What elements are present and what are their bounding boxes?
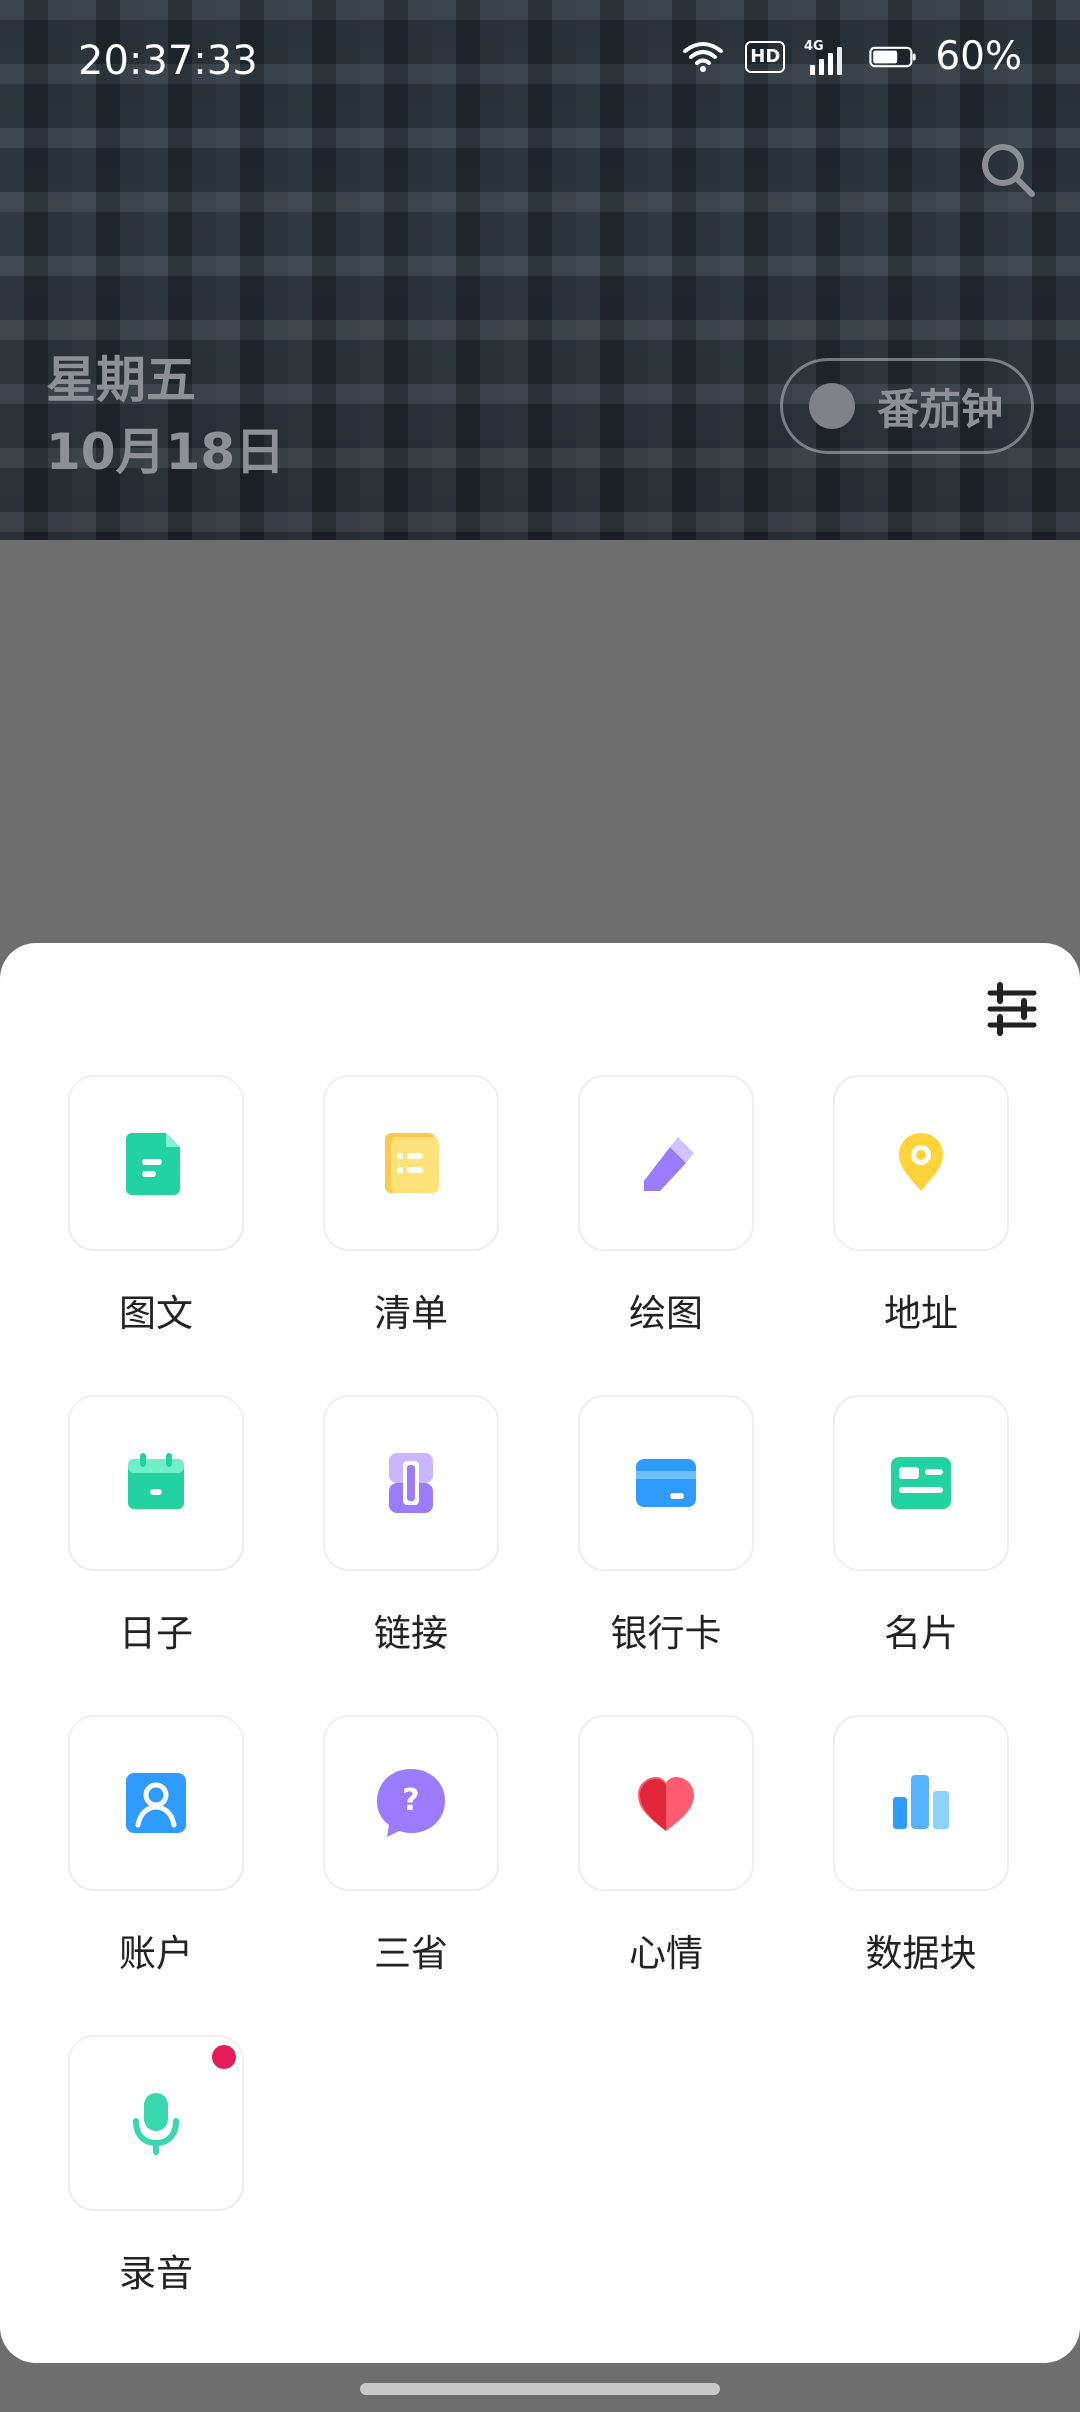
tile-label: 绘图 bbox=[629, 1292, 703, 1335]
bank-card-icon bbox=[636, 1459, 696, 1507]
checklist-icon bbox=[385, 1133, 439, 1193]
pomodoro-label: 番茄钟 bbox=[877, 384, 1004, 434]
tile-drawing[interactable]: 绘图 bbox=[578, 1075, 758, 1337]
tile-label: 地址 bbox=[884, 1292, 958, 1335]
bar-chart-icon bbox=[893, 1775, 949, 1829]
tile-link[interactable]: 链接 bbox=[323, 1395, 503, 1657]
question-bubble-icon: ? bbox=[377, 1769, 445, 1837]
tile-label: 心情 bbox=[629, 1932, 703, 1975]
tile-recording[interactable]: 录音 bbox=[68, 2035, 248, 2297]
tile-icon-box[interactable] bbox=[68, 1395, 244, 1571]
hd-icon: HD bbox=[745, 40, 786, 73]
tile-icon-box[interactable] bbox=[833, 1075, 1009, 1251]
tile-label: 账户 bbox=[119, 1932, 193, 1975]
sliders-icon bbox=[987, 982, 1037, 1036]
business-card-icon bbox=[891, 1457, 951, 1509]
tile-checklist[interactable]: 清单 bbox=[323, 1075, 503, 1337]
tile-label: 图文 bbox=[119, 1292, 193, 1335]
location-pin-icon bbox=[899, 1133, 943, 1191]
tile-icon-box[interactable] bbox=[68, 1075, 244, 1251]
tile-icon-box[interactable] bbox=[578, 1395, 754, 1571]
tile-icon-box[interactable] bbox=[323, 1075, 499, 1251]
tile-icon-box[interactable] bbox=[68, 1715, 244, 1891]
create-sheet: 图文 清单 绘图 地址 日子 链接 银行卡 名片 账户 ? 三省 心情 数据块 … bbox=[0, 943, 1080, 2363]
timer-dot-icon bbox=[809, 383, 855, 429]
svg-text:?: ? bbox=[402, 1783, 419, 1818]
tile-label: 清单 bbox=[374, 1292, 448, 1335]
battery-percentage: 60% bbox=[935, 34, 1022, 79]
pomodoro-button[interactable]: 番茄钟 bbox=[780, 358, 1034, 454]
tile-label: 数据块 bbox=[865, 1932, 977, 1975]
tile-icon-box[interactable] bbox=[833, 1715, 1009, 1891]
weekday-label: 星期五 bbox=[46, 351, 196, 409]
settings-filter-button[interactable] bbox=[984, 981, 1040, 1037]
tile-label: 名片 bbox=[884, 1612, 958, 1655]
tile-label: 日子 bbox=[119, 1612, 193, 1655]
document-icon bbox=[126, 1133, 180, 1195]
tile-days[interactable]: 日子 bbox=[68, 1395, 248, 1657]
date-display: 星期五 10月18日 bbox=[46, 344, 285, 488]
tile-icon-box[interactable]: ? bbox=[323, 1715, 499, 1891]
tile-label: 三省 bbox=[374, 1932, 448, 1975]
battery-icon bbox=[869, 37, 917, 77]
date-label: 10月18日 bbox=[46, 423, 286, 481]
tile-label: 录音 bbox=[119, 2252, 193, 2295]
microphone-icon bbox=[133, 2093, 179, 2155]
home-indicator[interactable] bbox=[360, 2383, 720, 2395]
search-icon bbox=[982, 144, 1035, 197]
tile-document[interactable]: 图文 bbox=[68, 1075, 248, 1337]
wifi-icon bbox=[679, 37, 727, 77]
new-badge-dot bbox=[212, 2045, 236, 2069]
tile-bank-card[interactable]: 银行卡 bbox=[578, 1395, 758, 1657]
tile-label: 链接 bbox=[374, 1612, 448, 1655]
tile-label: 银行卡 bbox=[610, 1612, 722, 1655]
tile-icon-box[interactable] bbox=[578, 1715, 754, 1891]
tile-account[interactable]: 账户 bbox=[68, 1715, 248, 1977]
tile-icon-box[interactable] bbox=[68, 2035, 244, 2211]
tile-business-card[interactable]: 名片 bbox=[833, 1395, 1013, 1657]
signal-4g-icon: 4G bbox=[803, 37, 851, 77]
tile-icon-box[interactable] bbox=[833, 1395, 1009, 1571]
account-icon bbox=[126, 1773, 186, 1833]
svg-text:4G: 4G bbox=[804, 39, 824, 54]
status-time: 20:37:33 bbox=[78, 38, 258, 84]
tile-mood[interactable]: 心情 bbox=[578, 1715, 758, 1977]
tile-icon-box[interactable] bbox=[323, 1395, 499, 1571]
link-icon bbox=[389, 1453, 433, 1513]
calendar-icon bbox=[128, 1453, 184, 1509]
tile-data-block[interactable]: 数据块 bbox=[833, 1715, 1013, 1977]
tile-icon-box[interactable] bbox=[578, 1075, 754, 1251]
search-button[interactable] bbox=[976, 138, 1042, 204]
pencil-icon bbox=[644, 1137, 694, 1191]
status-bar: 20:37:33 HD 4G 60% bbox=[0, 0, 1080, 120]
tile-address[interactable]: 地址 bbox=[833, 1075, 1013, 1337]
status-icons: HD 4G 60% bbox=[679, 34, 1022, 79]
tile-reflection[interactable]: ? 三省 bbox=[323, 1715, 503, 1977]
heart-icon bbox=[638, 1777, 694, 1831]
